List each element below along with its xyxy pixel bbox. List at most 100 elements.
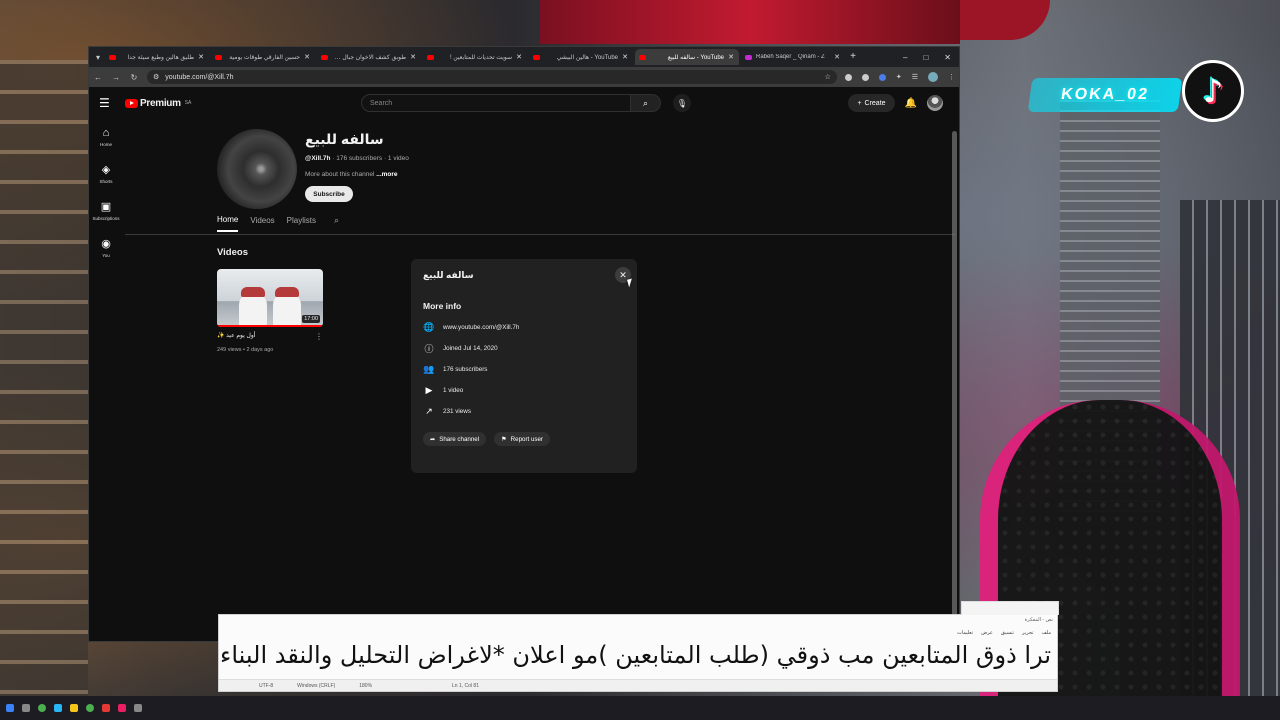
app-taskbar-icon[interactable] (102, 704, 110, 712)
sidebar-item-subscriptions[interactable]: ▣ Subscriptions (89, 193, 123, 230)
file-explorer-icon[interactable] (70, 704, 78, 712)
video-thumbnail[interactable]: 17:00 (217, 269, 323, 327)
app-taskbar-icon[interactable] (118, 704, 126, 712)
tab-close-icon[interactable]: ✕ (727, 53, 735, 61)
info-text: 176 subscribers (443, 365, 488, 373)
menu-edit[interactable]: تحرير (1022, 630, 1034, 636)
search-taskbar-icon[interactable] (22, 704, 30, 712)
about-channel-dialog: سالفه للبيع ✕ More info 🌐 www.youtube.com… (411, 259, 637, 473)
search-input[interactable]: Search (361, 94, 631, 112)
browser-tab-active[interactable]: YouTube - سالفه للبيع ✕ (635, 49, 739, 65)
profile-avatar[interactable] (928, 72, 938, 82)
channel-tabs: Home Videos Playlists ⌕ (217, 215, 339, 232)
create-button[interactable]: + Create (848, 94, 895, 112)
extension-icon[interactable] (861, 73, 869, 81)
maximize-button[interactable]: □ (923, 53, 928, 62)
youtube-favicon-icon (109, 54, 116, 60)
tab-close-icon[interactable]: ✕ (303, 53, 311, 61)
minimize-button[interactable]: – (903, 53, 907, 62)
info-row-url[interactable]: 🌐 www.youtube.com/@Xill.7h (423, 322, 625, 332)
spotify-icon[interactable] (38, 704, 46, 712)
reading-list-icon[interactable]: ☰ (912, 73, 918, 81)
browser-tab[interactable]: سويت تحديات للمتابعين ! ✕ (423, 49, 527, 65)
tab-close-icon[interactable]: ✕ (833, 53, 841, 61)
app-taskbar-icon[interactable] (54, 704, 62, 712)
tab-home[interactable]: Home (217, 215, 239, 232)
bookmark-star-icon[interactable]: ☆ (825, 73, 831, 81)
subscribe-button[interactable]: Subscribe (305, 186, 353, 202)
notepad-title: نص - المفكرة (1024, 617, 1053, 623)
report-user-button[interactable]: ⚑ Report user (494, 432, 550, 446)
search-bar: Search ⌕ 🎙 (361, 94, 691, 112)
extension-icon[interactable] (844, 73, 852, 81)
forward-icon[interactable]: → (111, 73, 121, 82)
menu-icon[interactable]: ☰ (99, 96, 115, 110)
info-row-joined: ⓘ Joined Jul 14, 2020 (423, 343, 625, 354)
youtube-logo[interactable]: Premium SA (125, 98, 191, 109)
tab-close-icon[interactable]: ✕ (197, 53, 205, 61)
menu-help[interactable]: تعليمات (957, 630, 973, 636)
app-taskbar-icon[interactable] (134, 704, 142, 712)
tab-search-dropdown-icon[interactable]: ▾ (91, 53, 105, 62)
videos-section-heading[interactable]: Videos (217, 247, 248, 258)
video-card[interactable]: 17:00 أول يوم عيد ✨ ⋮ 249 views • 2 days… (217, 269, 323, 353)
sidebar-item-you[interactable]: ◉ You (89, 230, 123, 267)
extension-icon[interactable] (878, 73, 886, 81)
reload-icon[interactable]: ↻ (129, 73, 139, 82)
browser-tab[interactable]: طوبق كشف الاخوان جبال جده ✕ (317, 49, 421, 65)
channel-about-link[interactable]: More about this channel ...more (305, 171, 409, 178)
address-bar[interactable]: ⚙ youtube.com/@Xill.7h ☆ (147, 70, 837, 84)
browser-menu-icon[interactable]: ⋮ (948, 73, 955, 81)
tab-title: YouTube - سالفه للبيع (667, 54, 724, 61)
menu-view[interactable]: عرض (981, 630, 993, 636)
menu-format[interactable]: تنسيق (1001, 630, 1014, 636)
browser-tab[interactable]: Rabeh Saqer _ Qinam - Z ✕ (741, 49, 845, 65)
thumbnail-person (273, 287, 301, 327)
notepad-text-area[interactable]: ترا ذوق المتابعين مب ذوقي (طلب المتابعين… (220, 641, 1051, 669)
browser-tab[interactable]: حسين الفارقي طوقات يومية ✕ (211, 49, 315, 65)
tab-strip: ▾ طليق هالين وطبع سيئة جداً ✕ حسين الفارق… (89, 47, 959, 67)
region-code: SA (184, 100, 192, 106)
extensions-puzzle-icon[interactable]: ✦ (896, 73, 902, 81)
voice-search-button[interactable]: 🎙 (673, 94, 691, 112)
more-actions-icon[interactable]: ⋮ (315, 332, 323, 341)
sidebar-item-shorts[interactable]: ◈ Shorts (89, 156, 123, 193)
channel-name: سالفه للبيع (305, 131, 384, 147)
search-icon: ⌕ (642, 97, 649, 108)
close-window-button[interactable]: ✕ (944, 53, 951, 62)
channel-search-icon[interactable]: ⌕ (334, 215, 339, 232)
new-tab-button[interactable]: + (847, 51, 859, 63)
share-channel-button[interactable]: ➦ Share channel (423, 432, 487, 446)
search-button[interactable]: ⌕ (631, 94, 661, 112)
trending-icon: ↗ (425, 405, 433, 416)
zoom-status: 180% (359, 682, 373, 689)
sidebar-item-label: Shorts (99, 179, 113, 184)
video-title[interactable]: أول يوم عيد ✨ (217, 332, 255, 341)
youtube-header: ☰ Premium SA Search ⌕ 🎙 + Create 🔔 (89, 87, 959, 119)
chrome-icon[interactable] (86, 704, 94, 712)
menu-file[interactable]: ملف (1041, 630, 1051, 636)
tiktok-watermark-handle: KOKA_02 (1027, 78, 1183, 112)
tab-close-icon[interactable]: ✕ (409, 53, 417, 61)
sidebar-item-home[interactable]: ⌂ Home (89, 119, 123, 156)
start-icon[interactable] (6, 704, 14, 712)
header-actions: + Create 🔔 (848, 94, 943, 112)
account-avatar[interactable] (927, 95, 943, 111)
flag-icon: ⚑ (501, 435, 507, 443)
tab-close-icon[interactable]: ✕ (515, 53, 523, 61)
browser-tab[interactable]: YouTube - هالين البيشي ✕ (529, 49, 633, 65)
channel-header: سالفه للبيع @Xill.7h · 176 subscribers ·… (217, 129, 409, 209)
notifications-bell-icon[interactable]: 🔔 (905, 98, 917, 109)
tab-playlists[interactable]: Playlists (287, 216, 316, 231)
tab-videos[interactable]: Videos (250, 216, 274, 231)
site-settings-icon[interactable]: ⚙ (153, 73, 159, 81)
video-icon: ▶ (425, 384, 433, 395)
mini-guide-sidebar: ⌂ Home ◈ Shorts ▣ Subscriptions ◉ You (89, 119, 123, 267)
more-link[interactable]: ...more (376, 171, 397, 178)
channel-avatar[interactable] (217, 129, 297, 209)
tab-close-icon[interactable]: ✕ (621, 53, 629, 61)
page-scrollbar[interactable] (952, 131, 957, 631)
browser-tab[interactable]: طليق هالين وطبع سيئة جداً ✕ (105, 49, 209, 65)
info-row-views: ↗ 231 views (423, 406, 625, 416)
back-icon[interactable]: ← (93, 73, 103, 82)
